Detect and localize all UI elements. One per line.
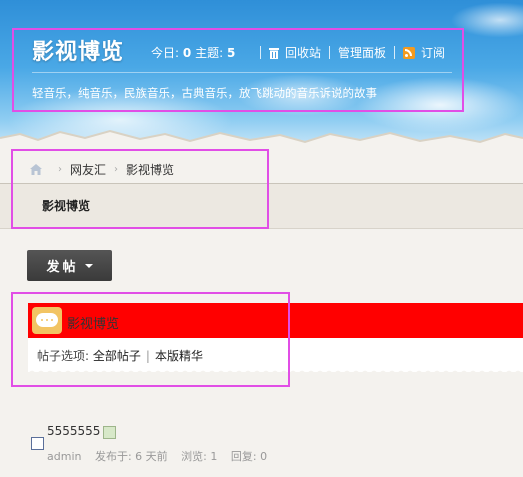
- new-post-button[interactable]: 发帖: [27, 250, 112, 281]
- highlight-box-forum-bar: [11, 292, 290, 387]
- highlight-box-header: [12, 28, 464, 112]
- thread-title-link[interactable]: 5555555: [47, 424, 100, 438]
- attachment-icon: [103, 426, 116, 439]
- thread-replies: 回复: 0: [230, 450, 268, 463]
- thread-posted-time: 发布于: 6 天前: [94, 450, 168, 463]
- thread-select-checkbox[interactable]: [31, 437, 44, 450]
- thread-author[interactable]: admin: [47, 450, 81, 463]
- caret-down-icon: [84, 263, 93, 268]
- thread-views: 浏览: 1: [181, 450, 218, 463]
- highlight-box-breadcrumb: [11, 149, 269, 229]
- thread-meta: admin 发布于: 6 天前 浏览: 1 回复: 0: [47, 448, 267, 464]
